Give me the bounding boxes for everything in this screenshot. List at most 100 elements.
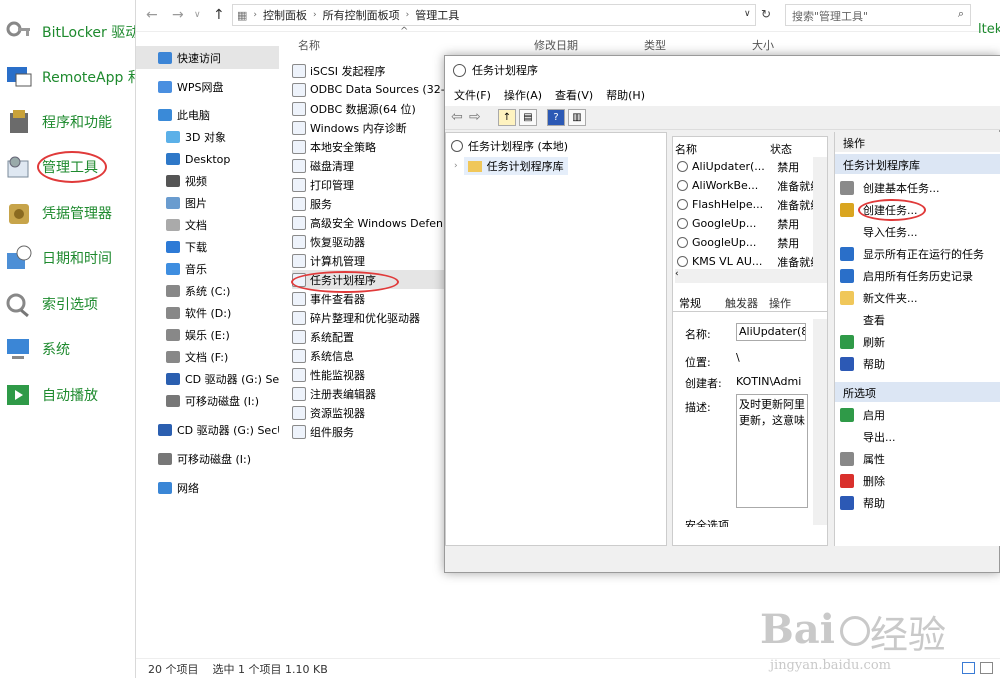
column-header-name[interactable]: 名称 bbox=[298, 37, 320, 53]
cp-item-programs[interactable]: 程序和功能 bbox=[0, 102, 135, 142]
task-row[interactable]: KMS VL AU... 准备就绪 bbox=[677, 252, 819, 269]
menu-view[interactable]: 查看(V) bbox=[555, 87, 593, 103]
file-name: 资源监视器 bbox=[310, 406, 365, 420]
task-column-name[interactable]: 名称 bbox=[675, 141, 697, 157]
up-folder-icon[interactable]: ↑ bbox=[498, 109, 516, 126]
detail-vscrollbar[interactable] bbox=[813, 319, 827, 525]
nav-cd-drive-root[interactable]: CD 驱动器 (G:) SecU bbox=[136, 419, 279, 441]
task-row[interactable]: FlashHelpe... 准备就绪 bbox=[677, 195, 819, 214]
tree-root[interactable]: 任务计划程序 (本地) bbox=[451, 138, 568, 154]
desktop-icon bbox=[166, 153, 180, 165]
nav-label: 图片 bbox=[185, 197, 207, 210]
expand-chevron-icon[interactable]: › bbox=[454, 161, 458, 171]
action-item[interactable]: 删除 bbox=[835, 470, 1000, 491]
large-icons-view-icon[interactable] bbox=[980, 662, 993, 674]
column-header-date[interactable]: 修改日期 bbox=[534, 37, 578, 53]
remoteapp-icon bbox=[7, 67, 32, 87]
menu-file[interactable]: 文件(F) bbox=[454, 87, 491, 103]
task-clock-icon bbox=[677, 199, 688, 210]
highlight-circle-admin-tools bbox=[37, 151, 107, 183]
nav-pictures[interactable]: 图片 bbox=[136, 192, 279, 214]
task-row[interactable]: AliWorkBe... 准备就绪 bbox=[677, 176, 819, 195]
task-column-status[interactable]: 状态 bbox=[770, 141, 792, 157]
action-item[interactable]: 导出... bbox=[835, 426, 1000, 447]
nav-3d-objects[interactable]: 3D 对象 bbox=[136, 126, 279, 148]
item-count: 20 个项目 bbox=[148, 662, 199, 676]
history-dropdown-icon[interactable]: ∨ bbox=[194, 10, 201, 20]
refresh-icon[interactable]: ↻ bbox=[761, 7, 771, 21]
action-item[interactable]: 显示所有正在运行的任务 bbox=[835, 243, 1000, 264]
tree-library[interactable]: › 任务计划程序库 bbox=[454, 157, 568, 175]
clock-icon bbox=[453, 63, 466, 77]
selected-section-header[interactable]: 所选项 bbox=[835, 382, 1000, 402]
actions-pane: 操作 任务计划程序库 创建基本任务... 创建任务... 导入任务... 显示所有正在… bbox=[834, 132, 1000, 546]
nav-removable-root[interactable]: 可移动磁盘 (I:) bbox=[136, 448, 279, 470]
column-header-type[interactable]: 类型 bbox=[644, 37, 666, 53]
action-item[interactable]: 帮助 bbox=[835, 353, 1000, 374]
nav-documents[interactable]: 文档 bbox=[136, 214, 279, 236]
show-hide-console-tree-icon[interactable]: ▤ bbox=[519, 109, 537, 126]
nav-videos[interactable]: 视频 bbox=[136, 170, 279, 192]
cp-item-datetime[interactable]: 日期和时间 bbox=[0, 238, 135, 278]
tab-general[interactable]: 常规 bbox=[679, 295, 701, 311]
up-arrow-icon[interactable]: ↑ bbox=[213, 7, 225, 23]
back-arrow-icon[interactable]: ⇦ bbox=[451, 109, 463, 125]
task-row[interactable]: GoogleUp... 禁用 bbox=[677, 214, 819, 233]
action-item[interactable]: 导入任务... bbox=[835, 221, 1000, 242]
task-row[interactable]: AliUpdater(... 禁用 bbox=[677, 157, 819, 176]
forward-arrow-icon[interactable]: → bbox=[172, 7, 184, 23]
nav-network[interactable]: 网络 bbox=[136, 477, 279, 499]
back-arrow-icon[interactable]: ← bbox=[146, 7, 158, 23]
action-item[interactable]: 启用所有任务历史记录 bbox=[835, 265, 1000, 286]
action-item[interactable]: 查看 bbox=[835, 309, 1000, 330]
nav-drive-e[interactable]: 娱乐 (E:) bbox=[136, 324, 279, 346]
task-row[interactable]: GoogleUp... 禁用 bbox=[677, 233, 819, 252]
nav-this-pc[interactable]: 此电脑 bbox=[136, 104, 279, 126]
action-item[interactable]: 启用 bbox=[835, 404, 1000, 425]
nav-wps-cloud[interactable]: WPS网盘 bbox=[136, 76, 279, 98]
nav-drive-d[interactable]: 软件 (D:) bbox=[136, 302, 279, 324]
cp-item-credentials[interactable]: 凭据管理器 bbox=[0, 193, 135, 233]
menu-action[interactable]: 操作(A) bbox=[504, 87, 542, 103]
nav-removable[interactable]: 可移动磁盘 (I:) bbox=[136, 390, 279, 412]
cp-item-autoplay[interactable]: 自动播放 bbox=[0, 375, 135, 415]
tab-triggers[interactable]: 触发器 bbox=[725, 295, 758, 311]
action-item[interactable]: 帮助 bbox=[835, 492, 1000, 513]
help-icon[interactable]: ? bbox=[547, 109, 565, 126]
nav-cd-drive[interactable]: CD 驱动器 (G:) SecU bbox=[136, 368, 279, 390]
nav-label: 系统 (C:) bbox=[185, 285, 231, 298]
nav-desktop[interactable]: Desktop bbox=[136, 148, 279, 170]
address-dropdown-icon[interactable]: ∨ bbox=[744, 9, 751, 19]
nav-drive-f[interactable]: 文档 (F:) bbox=[136, 346, 279, 368]
action-item[interactable]: 创建基本任务... bbox=[835, 177, 1000, 198]
admin-tool-shortcut-icon bbox=[292, 215, 306, 230]
library-section-header[interactable]: 任务计划程序库 bbox=[835, 154, 1000, 174]
cp-item-bitlocker[interactable]: BitLocker 驱动器加密 bbox=[0, 12, 135, 52]
nav-quick-access[interactable]: 快速访问 bbox=[136, 47, 279, 69]
search-input[interactable]: 搜索"管理工具" ⌕ bbox=[785, 4, 971, 26]
action-item[interactable]: 刷新 bbox=[835, 331, 1000, 352]
tab-actions[interactable]: 操作 bbox=[769, 295, 791, 311]
cp-item-remoteapp[interactable]: RemoteApp 和桌面连接 bbox=[0, 57, 135, 97]
forward-arrow-icon[interactable]: ⇨ bbox=[469, 109, 481, 125]
cp-item-indexing[interactable]: 索引选项 bbox=[0, 284, 135, 324]
nav-music[interactable]: 音乐 bbox=[136, 258, 279, 280]
breadcrumb-item[interactable]: 管理工具 bbox=[415, 7, 459, 23]
task-list-vscrollbar[interactable] bbox=[813, 157, 827, 269]
action-item[interactable]: 属性 bbox=[835, 448, 1000, 469]
nav-downloads[interactable]: 下载 bbox=[136, 236, 279, 258]
task-list-hscrollbar[interactable]: ‹ bbox=[675, 269, 827, 283]
nav-drive-c[interactable]: 系统 (C:) bbox=[136, 280, 279, 302]
breadcrumb-item[interactable]: 控制面板 bbox=[263, 7, 307, 23]
address-bar[interactable]: ▦ › 控制面板 › 所有控制面板项 › 管理工具 bbox=[232, 4, 756, 26]
menu-help[interactable]: 帮助(H) bbox=[606, 87, 645, 103]
show-action-pane-icon[interactable]: ▥ bbox=[568, 109, 586, 126]
general-description-field[interactable]: 及时更新阿里 更新，这意味 bbox=[736, 394, 808, 508]
breadcrumb-item[interactable]: 所有控制面板项 bbox=[323, 7, 400, 23]
column-header-size[interactable]: 大小 bbox=[752, 37, 774, 53]
refresh-icon bbox=[840, 334, 854, 349]
action-item[interactable]: 新文件夹... bbox=[835, 287, 1000, 308]
cp-item-system[interactable]: 系统 bbox=[0, 329, 135, 369]
general-name-field[interactable]: AliUpdater(8 bbox=[736, 323, 806, 341]
window-title-bar[interactable]: 任务计划程序 bbox=[445, 56, 1000, 84]
